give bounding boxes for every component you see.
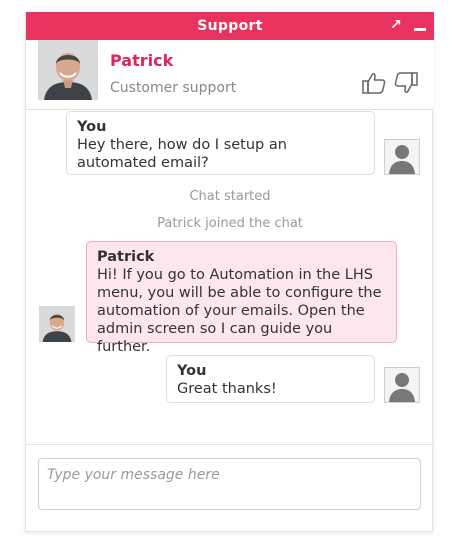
- message-input[interactable]: [38, 458, 421, 510]
- agent-avatar-small: [39, 306, 75, 342]
- message-sender: You: [77, 119, 107, 135]
- system-message-chat-started: Chat started: [189, 189, 271, 204]
- message-sender: Patrick: [97, 249, 155, 265]
- window-title: Support: [197, 18, 263, 34]
- popout-icon[interactable]: ↗: [388, 17, 404, 33]
- message-bubble: You Hey there, how do I setup an automat…: [66, 111, 375, 175]
- title-bar: Support ↗: [26, 12, 434, 40]
- agent-avatar: [38, 40, 98, 100]
- thumbs-up-icon[interactable]: [362, 72, 386, 94]
- composer-divider: [26, 444, 434, 445]
- thumbs-down-icon[interactable]: [394, 72, 418, 94]
- agent-name: Patrick: [110, 51, 174, 70]
- minimize-icon[interactable]: [414, 28, 426, 31]
- chat-widget: Support ↗ Patrick Customer support You H…: [25, 12, 434, 532]
- user-avatar: [384, 367, 420, 403]
- message-text: Great thanks!: [177, 381, 277, 397]
- message-text: Hey there, how do I setup an automated e…: [77, 137, 287, 171]
- message-text: Hi! If you go to Automation in the LHS m…: [97, 267, 382, 355]
- message-sender: You: [177, 363, 207, 379]
- system-message-agent-joined: Patrick joined the chat: [157, 216, 303, 231]
- agent-role: Customer support: [110, 80, 237, 96]
- agent-header: Patrick Customer support: [26, 40, 434, 110]
- message-bubble: You Great thanks!: [166, 355, 375, 403]
- user-avatar: [384, 139, 420, 175]
- message-bubble: Patrick Hi! If you go to Automation in t…: [86, 241, 397, 355]
